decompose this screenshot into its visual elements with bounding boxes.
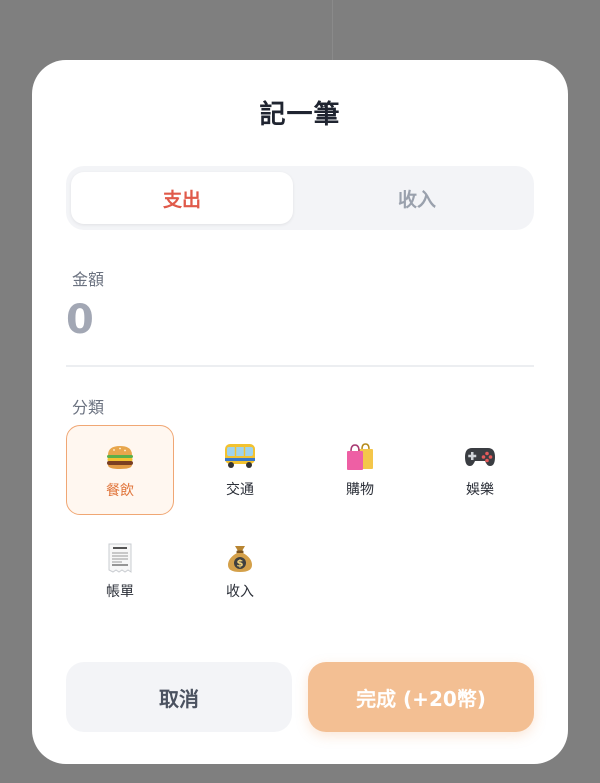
tab-income[interactable]: 收入	[306, 172, 528, 224]
category-bills[interactable]: 帳單	[66, 527, 174, 617]
amount-input[interactable]: 0	[66, 300, 94, 340]
category-income[interactable]: $ 收入	[186, 527, 294, 617]
bus-icon	[223, 439, 257, 473]
add-record-modal: 記一筆 支出 收入 金額 0 分類 餐飲 交通 購物 娛樂 帳單 $ 收入 取消…	[32, 60, 568, 764]
svg-text:$: $	[237, 559, 244, 570]
backdrop-divider	[332, 0, 333, 60]
category-label-entertainment: 娛樂	[466, 482, 494, 498]
category-transport[interactable]: 交通	[186, 425, 294, 515]
tab-expense[interactable]: 支出	[71, 172, 293, 224]
category-shopping[interactable]: 購物	[306, 425, 414, 515]
shopping-bags-icon	[344, 439, 376, 473]
amount-divider	[66, 365, 534, 367]
money-bag-icon: $	[225, 541, 255, 575]
cancel-button[interactable]: 取消	[66, 662, 292, 732]
amount-label: 金額	[72, 270, 105, 289]
burger-icon	[104, 440, 136, 474]
category-label-shopping: 購物	[346, 482, 374, 498]
category-label: 分類	[72, 398, 105, 417]
category-entertainment[interactable]: 娛樂	[426, 425, 534, 515]
modal-title: 記一筆	[259, 100, 341, 130]
receipt-icon	[106, 541, 134, 575]
type-toggle: 支出 收入	[66, 166, 534, 230]
category-label-food: 餐飲	[106, 483, 134, 499]
game-controller-icon	[463, 439, 497, 473]
category-food[interactable]: 餐飲	[66, 425, 174, 515]
category-label-transport: 交通	[226, 482, 254, 498]
category-label-bills: 帳單	[106, 584, 134, 600]
done-button[interactable]: 完成 (+20幣)	[308, 662, 534, 732]
category-label-income: 收入	[226, 584, 254, 600]
